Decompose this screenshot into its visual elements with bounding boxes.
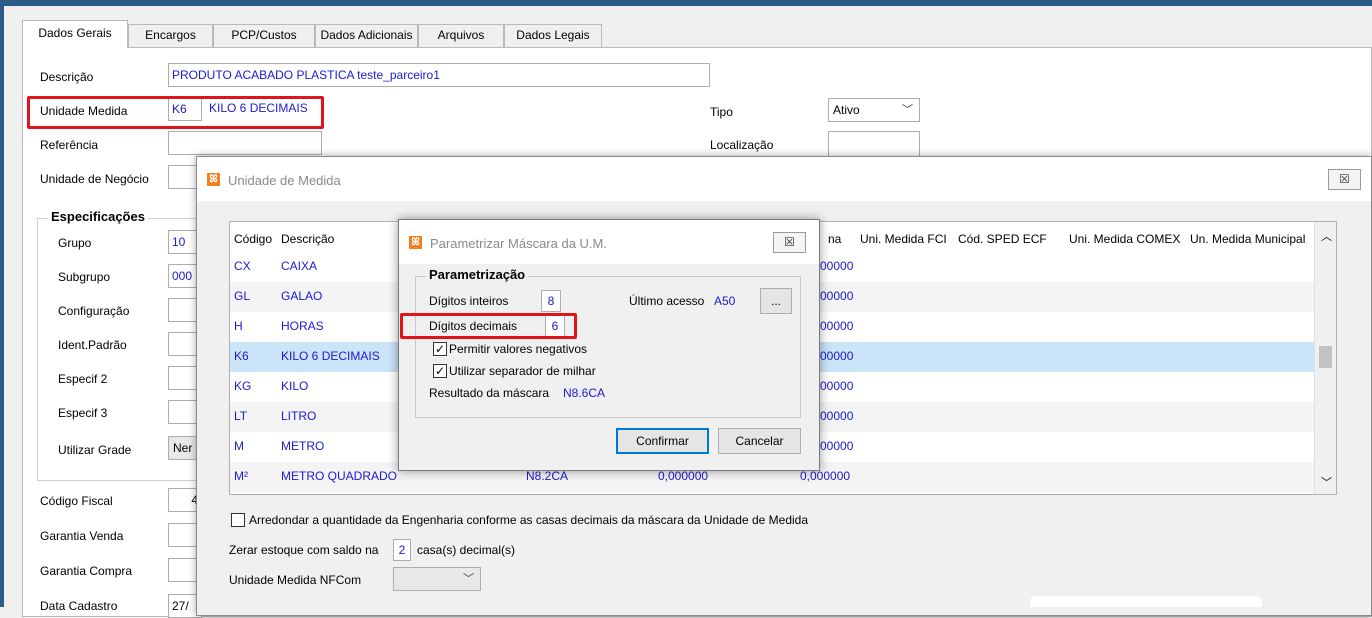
checkbox-checked-icon[interactable]: ✓ (433, 342, 447, 356)
scroll-up-icon[interactable]: ︿ (1321, 228, 1332, 244)
close-icon[interactable]: ☒ (773, 232, 806, 253)
garantia-venda-label: Garantia Venda (40, 529, 124, 543)
arredondar-label: Arredondar a quantidade da Engenharia co… (249, 513, 809, 527)
subgrupo-label: Subgrupo (58, 270, 111, 284)
ident-padrao-label: Ident.Padrão (58, 338, 127, 352)
highlight-digitos-decimais (400, 313, 577, 339)
header-un-medida-municipal[interactable]: Un. Medida Municipal (1190, 232, 1305, 246)
descricao-label: Descrição (40, 70, 94, 84)
tab-encargos[interactable]: Encargos (128, 24, 213, 47)
resultado-mascara-value: N8.6CA (563, 386, 606, 400)
scroll-down-icon[interactable]: ﹀ (1321, 474, 1332, 490)
app-logo-icon: ꕤ (409, 236, 422, 249)
separador-milhar-label: Utilizar separador de milhar (449, 364, 596, 378)
header-uni-medida-fci[interactable]: Uni. Medida FCI (860, 232, 947, 246)
resultado-mascara-label: Resultado da máscara (429, 386, 550, 400)
tab-dados-legais[interactable]: Dados Legais (504, 24, 602, 47)
digitos-inteiros-label: Dígitos inteiros (429, 294, 509, 308)
parametrizar-mascara-titlebar: ꕤ Parametrizar Máscara da U.M. ☒ (399, 220, 819, 264)
garantia-compra-label: Garantia Compra (40, 564, 133, 578)
tipo-select[interactable]: Ativo ﹀ (828, 98, 920, 122)
especificacoes-title: Especificações (48, 209, 148, 224)
nfcom-label: Unidade Medida NFCom (229, 573, 362, 587)
unidade-medida-dialog-titlebar: ꕤ Unidade de Medida ☒ (197, 157, 1371, 201)
zerar-casas-input[interactable]: 2 (393, 539, 411, 561)
close-icon[interactable]: ☒ (1328, 169, 1361, 190)
digitos-inteiros-input[interactable]: 8 (541, 290, 561, 312)
unidade-medida-dialog-title: Unidade de Medida (228, 173, 341, 188)
header-cod-sped-ecf[interactable]: Cód. SPED ECF (958, 232, 1047, 246)
especif2-label: Especif 2 (58, 372, 108, 386)
tipo-value: Ativo (833, 103, 860, 117)
tab-dados-adicionais[interactable]: Dados Adicionais (315, 24, 418, 47)
header-uni-medida-comex[interactable]: Uni. Medida COMEX (1069, 232, 1180, 246)
app-logo-icon: ꕤ (207, 173, 220, 186)
header-codigo[interactable]: Código (234, 232, 272, 246)
codigo-fiscal-label: Código Fiscal (40, 494, 113, 508)
zerar-suffix-label: casa(s) decimal(s) (417, 543, 516, 557)
parametrizar-mascara-dialog: ꕤ Parametrizar Máscara da U.M. ☒ Paramet… (398, 219, 820, 471)
especif3-label: Especif 3 (58, 406, 108, 420)
scrollbar-thumb[interactable] (1319, 346, 1332, 368)
localizacao-label: Localização (710, 138, 774, 152)
highlight-unidade-medida (27, 96, 324, 129)
parametrizacao-title: Parametrização (426, 267, 529, 282)
tipo-label: Tipo (710, 105, 733, 119)
grupo-label: Grupo (58, 236, 92, 250)
configuracao-label: Configuração (58, 304, 130, 318)
ultimo-acesso-label: Último acesso (629, 294, 705, 308)
ellipsis-button[interactable]: ... (760, 288, 792, 314)
cancelar-button[interactable]: Cancelar (718, 428, 801, 454)
arredondar-checkbox[interactable] (231, 513, 245, 527)
chevron-down-icon: ﹀ (902, 104, 913, 116)
permitir-negativos-label: Permitir valores negativos (449, 342, 588, 356)
header-descricao[interactable]: Descrição (281, 232, 334, 246)
referencia-input[interactable] (168, 131, 322, 155)
unidade-negocio-label: Unidade de Negócio (40, 172, 149, 186)
localizacao-input[interactable] (828, 131, 920, 159)
checkbox-checked-icon[interactable]: ✓ (433, 364, 447, 378)
chevron-down-icon: ﹀ (463, 573, 474, 585)
tab-dados-gerais[interactable]: Dados Gerais (22, 20, 128, 48)
data-cadastro-label: Data Cadastro (40, 599, 118, 613)
ultimo-acesso-value: A50 (714, 294, 736, 308)
confirmar-button[interactable]: Confirmar (616, 428, 709, 454)
utilizar-grade-label: Utilizar Grade (58, 443, 132, 457)
parametrizar-mascara-body: Parametrização Dígitos inteiros 8 Último… (399, 264, 819, 470)
referencia-label: Referência (40, 138, 99, 152)
parametrizar-mascara-title: Parametrizar Máscara da U.M. (430, 236, 607, 251)
tab-arquivos[interactable]: Arquivos (418, 24, 504, 47)
header-mascara[interactable]: na (828, 232, 841, 246)
zerar-prefix-label: Zerar estoque com saldo na (229, 543, 379, 557)
nfcom-select[interactable]: ﹀ (393, 567, 481, 591)
grid-scrollbar[interactable]: ︿ ﹀ (1314, 222, 1336, 494)
bottom-panel-edge (1030, 596, 1262, 607)
descricao-input[interactable]: PRODUTO ACABADO PLASTICA teste_parceiro1 (168, 63, 710, 87)
tab-pcp-custos[interactable]: PCP/Custos (213, 24, 315, 47)
